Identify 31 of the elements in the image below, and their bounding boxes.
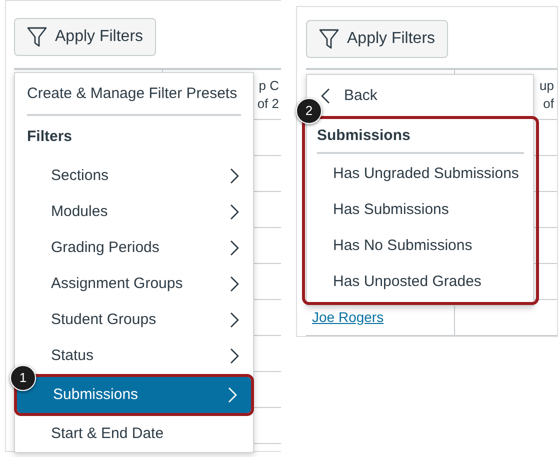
menu-item[interactable]: Has Unposted Grades bbox=[305, 264, 536, 300]
menu-item[interactable]: Student Groups bbox=[15, 302, 253, 338]
chevron-right-icon bbox=[230, 204, 239, 220]
chevron-right-icon bbox=[230, 168, 239, 184]
column-header-text: of 2 bbox=[257, 94, 279, 112]
callout-badge: 2 bbox=[296, 98, 322, 124]
chevron-right-icon bbox=[230, 348, 239, 364]
section-heading: Submissions bbox=[316, 126, 412, 146]
column-header-text: up bbox=[540, 76, 554, 94]
column-header-text: of bbox=[543, 94, 554, 112]
callout-badge: 1 bbox=[10, 365, 36, 391]
chevron-right-icon bbox=[230, 276, 239, 292]
filter-icon bbox=[27, 26, 47, 48]
chevron-left-icon bbox=[321, 88, 330, 104]
chevron-right-icon bbox=[230, 240, 239, 256]
menu-item[interactable]: Modules bbox=[15, 194, 253, 230]
chevron-right-icon bbox=[228, 387, 237, 403]
filter-icon bbox=[319, 28, 339, 50]
menu-item[interactable]: Grading Periods bbox=[15, 230, 253, 266]
apply-filters-button[interactable]: Apply Filters bbox=[306, 20, 448, 58]
chevron-right-icon bbox=[230, 312, 239, 328]
menu-item[interactable]: Create & Manage Filter Presets bbox=[15, 73, 253, 114]
menu-item[interactable]: Start & End Date bbox=[15, 416, 253, 452]
apply-filters-button[interactable]: Apply Filters bbox=[14, 18, 156, 56]
menu-item[interactable]: Has No Submissions bbox=[305, 228, 536, 264]
menu-item[interactable]: Has Ungraded Submissions bbox=[305, 156, 536, 192]
menu-item[interactable]: Assignment Groups bbox=[15, 266, 253, 302]
menu-item[interactable]: Has Submissions bbox=[305, 192, 536, 228]
section-heading: Filters bbox=[26, 126, 74, 146]
menu-item[interactable]: Sections bbox=[15, 158, 253, 194]
column-header-text: p C bbox=[258, 76, 279, 94]
